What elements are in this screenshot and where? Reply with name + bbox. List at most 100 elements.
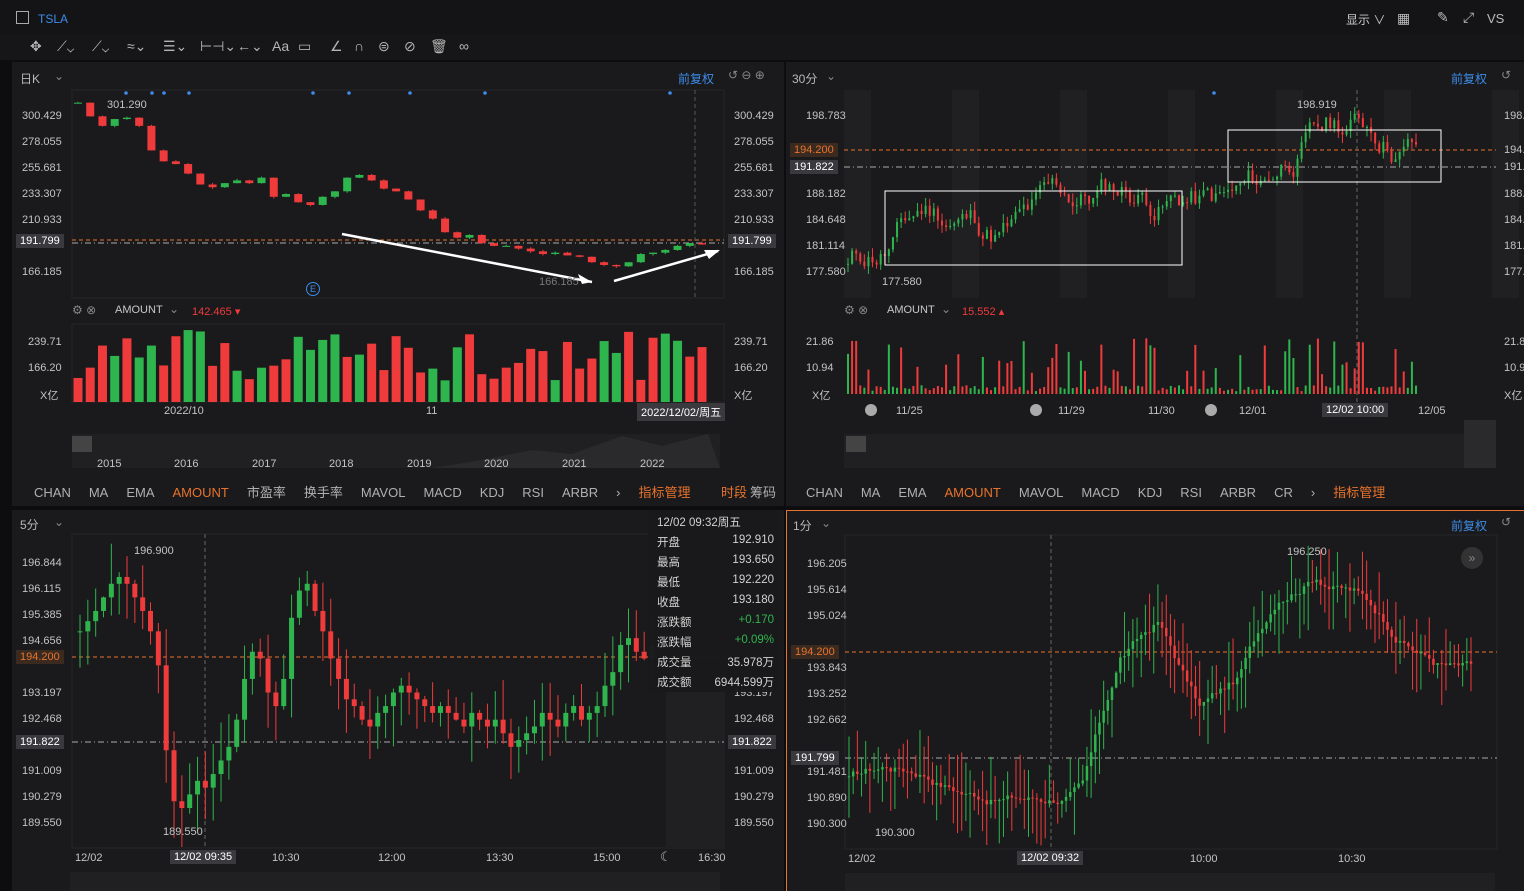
volume-bar [611,352,621,402]
candle [1148,632,1151,634]
volume-bar [863,387,866,394]
measure-tool-icon[interactable]: ⊢⊣⌄ [200,34,236,58]
session-button[interactable]: 时段 [721,482,747,501]
candle [1198,698,1201,706]
candle [1116,191,1119,196]
candle [343,678,349,700]
volume-bar [945,364,948,394]
candle [965,214,968,219]
candle [416,199,425,211]
m1-chart-panel[interactable]: 1分 ⌄ 前复权 ↺ » 196.205 195.614 195.024 194… [786,510,1524,891]
navigator [70,872,720,891]
m30-chart-panel[interactable]: 30分 ⌄ 前复权 ↺ 198.783 194.200 191.822 188.… [786,62,1524,506]
text-tool-icon[interactable]: Aa [272,34,289,58]
tab-ema[interactable]: EMA [898,485,926,500]
candle [171,161,180,165]
tab-kdj[interactable]: KDJ [1138,485,1163,500]
candle [1073,787,1076,793]
chevron-right-icon[interactable]: › [1311,485,1315,500]
candle [1302,586,1306,594]
arrow-tool-icon[interactable]: ←⌄ [237,34,263,58]
tab-cr[interactable]: CR [1274,485,1293,500]
daily-chart-panel[interactable]: 日K ⌄ 前复权 ↺ ⊖ ⊕ 300.429 278.055 255.681 2… [12,62,784,506]
volume-bar [257,367,267,402]
vs-button[interactable]: VS [1487,11,1504,26]
tab-rsi[interactable]: RSI [1180,485,1202,500]
tab-turnover[interactable]: 换手率 [304,485,343,500]
tab-mavol[interactable]: MAVOL [1019,485,1064,500]
navigator [845,873,1495,891]
candle [1169,195,1172,202]
settings-icon[interactable]: ⚙ ⊗ [844,303,868,317]
candle [1292,172,1295,177]
tab-ma[interactable]: MA [89,485,109,500]
lock-icon[interactable]: ⊜ [378,34,390,58]
volume-bar [953,386,956,394]
magnet-icon[interactable]: ∩ [354,34,364,58]
candle [1014,797,1018,799]
candle [359,706,365,720]
tab-macd[interactable]: MACD [1081,485,1119,500]
earnings-marker[interactable]: E [306,282,320,296]
volume-bar [879,386,882,394]
candle [233,180,242,184]
layout-icon[interactable]: ▦ [1397,10,1410,27]
hide-icon[interactable]: ⊘ [404,34,416,58]
chip-button[interactable]: 筹码 [750,482,776,501]
fib-tool-icon[interactable]: ☰⌄ [163,34,187,58]
tab-pe[interactable]: 市盈率 [247,485,286,500]
tab-chan[interactable]: CHAN [34,485,71,500]
candle [1259,180,1262,185]
candle [1145,192,1148,205]
indicator-manage-button[interactable]: 指标管理 [638,485,690,500]
tab-kdj[interactable]: KDJ [480,485,505,500]
chevron-right-icon[interactable]: › [616,485,620,500]
chevron-down-icon[interactable]: ⌄ [169,302,179,316]
move-icon[interactable]: ✥ [30,34,42,58]
candle [469,712,475,727]
window-icon[interactable] [16,11,29,24]
candle [902,768,905,772]
eraser-icon[interactable]: ∠ [330,34,343,58]
ray-tool-icon[interactable]: ⟋⌄ [92,34,109,58]
tab-arbr[interactable]: ARBR [562,485,598,500]
volume-bar [318,339,328,402]
wave-tool-icon[interactable]: ≈⌄ [127,34,146,58]
indicator-name[interactable]: AMOUNT [115,304,163,316]
volume-bar [1210,387,1213,394]
indicator-name[interactable]: AMOUNT [887,304,935,316]
line-tool-icon[interactable]: ⟋⌄ [57,34,74,58]
tab-amount[interactable]: AMOUNT [173,485,229,500]
tab-ema[interactable]: EMA [126,485,154,500]
volume-bar [1153,347,1156,394]
display-menu[interactable]: 显示 ∨ [1346,11,1385,28]
volume-bar [122,338,132,402]
tab-macd[interactable]: MACD [423,485,461,500]
candle [1010,219,1013,227]
pen-icon[interactable]: ✎ [1437,9,1449,26]
chevron-down-icon[interactable]: ⌄ [941,302,951,316]
tab-arbr[interactable]: ARBR [1220,485,1256,500]
volume-bar [1361,342,1364,394]
settings-icon[interactable]: ⚙ ⊗ [72,303,96,317]
candle [1353,113,1356,120]
tab-chan[interactable]: CHAN [806,485,843,500]
tab-mavol[interactable]: MAVOL [361,485,406,500]
indicator-manage-button[interactable]: 指标管理 [1333,485,1385,500]
volume-bar [1190,386,1193,394]
candle [1306,581,1310,587]
volume-bar [146,345,156,402]
candle [1277,602,1281,610]
tab-ma[interactable]: MA [861,485,881,500]
fullscreen-icon[interactable]: ⤢ [1463,9,1474,26]
candle [897,767,901,769]
candle [539,712,545,727]
symbol-label[interactable]: TSLA [38,12,68,26]
trash-icon[interactable]: 🗑 [430,34,448,58]
candle [524,733,530,741]
tab-amount[interactable]: AMOUNT [945,485,1001,500]
tab-rsi[interactable]: RSI [522,485,544,500]
candle [563,712,569,727]
comment-icon[interactable]: ▭ [298,34,311,58]
link-icon[interactable]: ∞ [459,34,469,58]
